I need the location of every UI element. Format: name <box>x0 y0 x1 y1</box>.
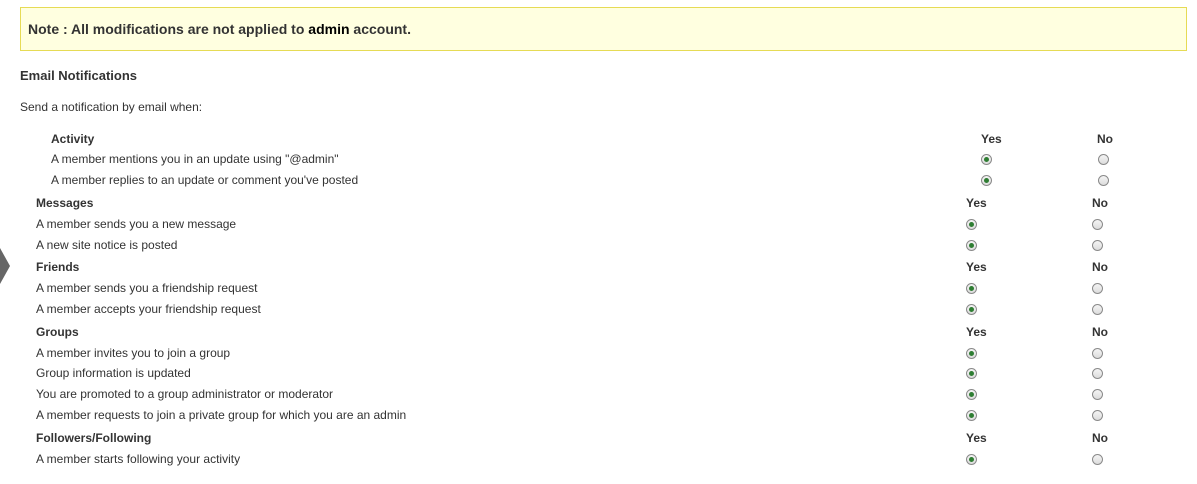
friends-header-row: Friends Yes No <box>0 257 1197 277</box>
groups-info-updated-yes-radio[interactable] <box>966 368 977 379</box>
messages-site-notice-no-radio[interactable] <box>1092 240 1103 251</box>
friends-request-yes-radio[interactable] <box>966 283 977 294</box>
activity-yes-header: Yes <box>981 132 1002 146</box>
friends-request-no-radio[interactable] <box>1092 283 1103 294</box>
section-title: Email Notifications <box>20 68 138 83</box>
activity-replies-label: A member replies to an update or comment… <box>51 173 359 187</box>
groups-row-join-request: A member requests to join a private grou… <box>0 405 1197 425</box>
friends-yes-header: Yes <box>966 260 987 274</box>
followers-following-no-radio[interactable] <box>1092 454 1103 465</box>
friends-no-header: No <box>1092 260 1108 274</box>
followers-yes-header: Yes <box>966 431 987 445</box>
messages-row-new-message: A member sends you a new message <box>0 214 1197 234</box>
groups-row-invite: A member invites you to join a group <box>0 343 1197 363</box>
groups-join-request-label: A member requests to join a private grou… <box>36 408 407 422</box>
groups-invite-label: A member invites you to join a group <box>36 346 231 360</box>
friends-row-accept: A member accepts your friendship request <box>0 299 1197 319</box>
activity-replies-yes-radio[interactable] <box>981 175 992 186</box>
followers-header-row: Followers/Following Yes No <box>0 428 1197 448</box>
followers-row-following: A member starts following your activity <box>0 449 1197 469</box>
activity-mentions-yes-radio[interactable] <box>981 154 992 165</box>
activity-row-mentions: A member mentions you in an update using… <box>0 149 1197 169</box>
followers-following-label: A member starts following your activity <box>36 452 241 466</box>
messages-row-site-notice: A new site notice is posted <box>0 235 1197 255</box>
groups-invite-yes-radio[interactable] <box>966 348 977 359</box>
activity-row-replies: A member replies to an update or comment… <box>0 170 1197 190</box>
friends-heading: Friends <box>36 260 80 274</box>
groups-info-updated-label: Group information is updated <box>36 366 191 380</box>
followers-no-header: No <box>1092 431 1108 445</box>
groups-join-request-no-radio[interactable] <box>1092 410 1103 421</box>
note-bold: admin <box>308 21 350 37</box>
friends-accept-yes-radio[interactable] <box>966 304 977 315</box>
groups-promoted-yes-radio[interactable] <box>966 389 977 400</box>
messages-site-notice-yes-radio[interactable] <box>966 240 977 251</box>
groups-invite-no-radio[interactable] <box>1092 348 1103 359</box>
friends-accept-label: A member accepts your friendship request <box>36 302 261 316</box>
activity-heading: Activity <box>51 132 95 146</box>
groups-heading: Groups <box>36 325 79 339</box>
groups-join-request-yes-radio[interactable] <box>966 410 977 421</box>
groups-row-promoted: You are promoted to a group administrato… <box>0 384 1197 404</box>
friends-request-label: A member sends you a friendship request <box>36 281 258 295</box>
groups-yes-header: Yes <box>966 325 987 339</box>
messages-new-message-yes-radio[interactable] <box>966 219 977 230</box>
activity-no-header: No <box>1097 132 1113 146</box>
followers-following-yes-radio[interactable] <box>966 454 977 465</box>
friends-accept-no-radio[interactable] <box>1092 304 1103 315</box>
admin-note-banner: Note : All modifications are not applied… <box>20 7 1187 51</box>
messages-site-notice-label: A new site notice is posted <box>36 238 178 252</box>
groups-row-info-updated: Group information is updated <box>0 363 1197 383</box>
messages-new-message-no-radio[interactable] <box>1092 219 1103 230</box>
note-suffix: account. <box>349 21 411 37</box>
messages-yes-header: Yes <box>966 196 987 210</box>
activity-header-row: Activity Yes No <box>0 129 1197 149</box>
friends-row-request: A member sends you a friendship request <box>0 278 1197 298</box>
activity-replies-no-radio[interactable] <box>1098 175 1109 186</box>
groups-info-updated-no-radio[interactable] <box>1092 368 1103 379</box>
messages-no-header: No <box>1092 196 1108 210</box>
messages-heading: Messages <box>36 196 94 210</box>
activity-mentions-no-radio[interactable] <box>1098 154 1109 165</box>
messages-header-row: Messages Yes No <box>0 193 1197 213</box>
activity-mentions-label: A member mentions you in an update using… <box>51 152 339 166</box>
intro-text: Send a notification by email when: <box>20 100 203 114</box>
groups-no-header: No <box>1092 325 1108 339</box>
followers-heading: Followers/Following <box>36 431 152 445</box>
note-prefix: Note : All modifications are not applied… <box>28 21 309 37</box>
groups-promoted-no-radio[interactable] <box>1092 389 1103 400</box>
groups-promoted-label: You are promoted to a group administrato… <box>36 387 334 401</box>
messages-new-message-label: A member sends you a new message <box>36 217 237 231</box>
groups-header-row: Groups Yes No <box>0 322 1197 342</box>
